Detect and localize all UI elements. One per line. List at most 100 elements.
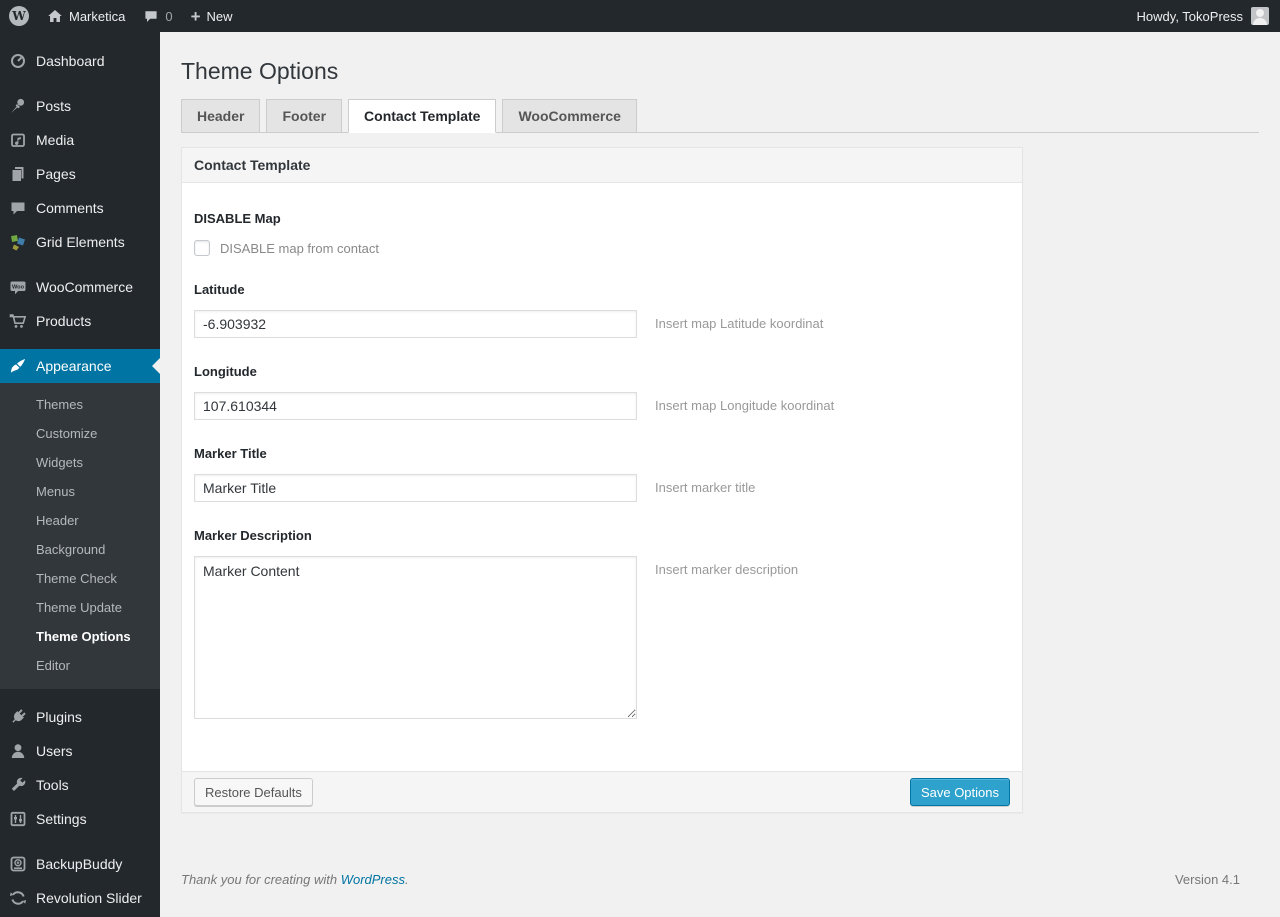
page-title: Theme Options — [181, 58, 339, 84]
save-options-button[interactable]: Save Options — [909, 778, 1010, 806]
appearance-submenu: Themes Customize Widgets Menus Header Ba… — [0, 383, 160, 689]
sidebar-item-woocommerce[interactable]: Woo WooCommerce — [0, 270, 160, 304]
sidebar-item-label: Settings — [36, 811, 87, 827]
submenu-item-menus[interactable]: Menus — [0, 477, 160, 506]
footer-thanks-prefix: Thank you for creating with — [181, 872, 341, 887]
comment-bubble-icon — [143, 8, 159, 24]
woocommerce-badge-icon: Woo — [8, 277, 28, 297]
sidebar-item-label: BackupBuddy — [36, 856, 123, 872]
sidebar-item-revolution-slider[interactable]: Revolution Slider — [0, 881, 160, 915]
comment-icon — [8, 198, 28, 218]
sidebar-item-label: Appearance — [36, 358, 112, 374]
disable-map-label: DISABLE Map — [194, 211, 281, 226]
disable-map-field: DISABLE Map DISABLE map from contact — [194, 211, 1010, 256]
wordpress-link[interactable]: WordPress — [341, 872, 405, 887]
sidebar-item-media[interactable]: Media — [0, 123, 160, 157]
marker-title-field: Marker Title Insert marker title — [194, 446, 1010, 502]
media-icon — [8, 130, 28, 150]
sidebar-item-tools[interactable]: Tools — [0, 768, 160, 802]
pages-icon — [8, 164, 28, 184]
submenu-item-header[interactable]: Header — [0, 506, 160, 535]
sidebar-item-label: Plugins — [36, 709, 82, 725]
tab-bar: Header Footer Contact Template WooCommer… — [181, 99, 1259, 133]
sidebar-item-label: Dashboard — [36, 53, 105, 69]
panel-footer: Restore Defaults Save Options — [182, 771, 1022, 812]
sidebar-item-grid-elements[interactable]: Grid Elements — [0, 225, 160, 259]
plus-icon: + — [190, 6, 201, 26]
submenu-item-theme-update[interactable]: Theme Update — [0, 593, 160, 622]
footer-thanks: Thank you for creating with WordPress. — [181, 872, 409, 887]
sidebar-item-label: Grid Elements — [36, 234, 125, 250]
submenu-item-background[interactable]: Background — [0, 535, 160, 564]
sidebar-item-settings[interactable]: Settings — [0, 802, 160, 836]
plugin-icon — [8, 707, 28, 727]
latitude-hint: Insert map Latitude koordinat — [655, 316, 824, 331]
grid-elements-icon — [8, 232, 28, 252]
sidebar-item-comments[interactable]: Comments — [0, 191, 160, 225]
sidebar-item-products[interactable]: Products — [0, 304, 160, 338]
longitude-input[interactable] — [194, 392, 637, 420]
tab-footer[interactable]: Footer — [266, 99, 343, 132]
latitude-field: Latitude Insert map Latitude koordinat — [194, 282, 1010, 338]
account-menu[interactable]: Howdy, TokoPress — [1137, 0, 1280, 32]
home-icon — [47, 8, 63, 24]
longitude-field: Longitude Insert map Longitude koordinat — [194, 364, 1010, 420]
submenu-item-theme-options[interactable]: Theme Options — [0, 622, 160, 651]
sidebar-item-appearance[interactable]: Appearance — [0, 349, 160, 383]
wordpress-logo-icon: W — [9, 6, 29, 26]
tab-header[interactable]: Header — [181, 99, 261, 132]
restore-defaults-button[interactable]: Restore Defaults — [194, 778, 313, 806]
cart-icon — [8, 311, 28, 331]
sliders-icon — [8, 809, 28, 829]
tab-woocommerce[interactable]: WooCommerce — [502, 99, 637, 132]
sidebar-item-users[interactable]: Users — [0, 734, 160, 768]
site-name-label: Marketica — [69, 8, 126, 24]
marker-title-label: Marker Title — [194, 446, 267, 461]
admin-bar: W Marketica 0 + New Howdy, TokoPress — [0, 0, 1280, 32]
marker-description-field: Marker Description Marker Content Insert… — [194, 528, 1010, 719]
wrench-icon — [8, 775, 28, 795]
sidebar-item-plugins[interactable]: Plugins — [0, 700, 160, 734]
svg-text:Woo: Woo — [12, 285, 25, 291]
marker-description-textarea[interactable]: Marker Content — [194, 556, 637, 719]
main-content: Theme Options Header Footer Contact Temp… — [160, 0, 1280, 887]
dashboard-icon — [8, 51, 28, 71]
longitude-hint: Insert map Longitude koordinat — [655, 398, 835, 413]
latitude-label: Latitude — [194, 282, 245, 297]
submenu-item-widgets[interactable]: Widgets — [0, 448, 160, 477]
marker-title-hint: Insert marker title — [655, 480, 756, 495]
submenu-item-editor[interactable]: Editor — [0, 651, 160, 680]
sidebar-item-pages[interactable]: Pages — [0, 157, 160, 191]
wordpress-logo-menu[interactable]: W — [0, 0, 38, 32]
sidebar-item-backupbuddy[interactable]: BackupBuddy — [0, 847, 160, 881]
comments-indicator[interactable]: 0 — [134, 0, 181, 32]
sidebar-item-label: Posts — [36, 98, 72, 114]
marker-description-label: Marker Description — [194, 528, 312, 543]
sidebar-item-label: Products — [36, 313, 92, 329]
panel-body: DISABLE Map DISABLE map from contact Lat… — [182, 183, 1022, 771]
disable-map-checkbox[interactable] — [194, 240, 210, 256]
marker-title-input[interactable] — [194, 474, 637, 502]
panel-title: Contact Template — [182, 148, 1022, 183]
marker-description-hint: Insert marker description — [655, 562, 799, 577]
tab-contact-template[interactable]: Contact Template — [348, 99, 497, 133]
disable-map-checkbox-label[interactable]: DISABLE map from contact — [220, 241, 379, 256]
latitude-input[interactable] — [194, 310, 637, 338]
sidebar-item-label: Users — [36, 743, 73, 759]
brush-icon — [8, 356, 28, 376]
new-content-menu[interactable]: + New — [182, 0, 242, 32]
submenu-item-themes[interactable]: Themes — [0, 390, 160, 419]
backup-drive-icon — [8, 854, 28, 874]
refresh-arrows-icon — [8, 888, 28, 908]
sidebar-item-label: Pages — [36, 166, 76, 182]
admin-sidebar: Dashboard Posts Media Pages Comments Gri… — [0, 32, 160, 917]
sidebar-item-dashboard[interactable]: Dashboard — [0, 44, 160, 78]
sidebar-item-label: WooCommerce — [36, 279, 133, 295]
sidebar-item-label: Revolution Slider — [36, 890, 142, 906]
page-footer: Thank you for creating with WordPress. V… — [181, 872, 1240, 887]
submenu-item-customize[interactable]: Customize — [0, 419, 160, 448]
sidebar-item-posts[interactable]: Posts — [0, 89, 160, 123]
version-label: Version 4.1 — [1174, 872, 1240, 887]
site-name-link[interactable]: Marketica — [38, 0, 134, 32]
submenu-item-theme-check[interactable]: Theme Check — [0, 564, 160, 593]
